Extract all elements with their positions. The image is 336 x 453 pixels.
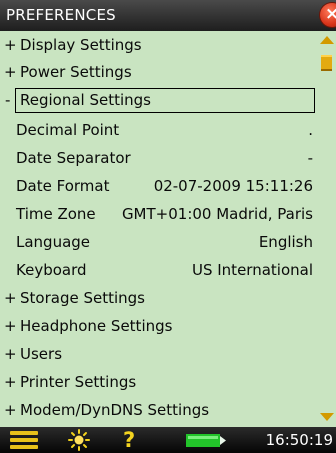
scroll-up-icon[interactable] xyxy=(320,36,334,44)
setting-value: 02-07-2009 15:11:26 xyxy=(153,177,313,195)
title-bar: PREFERENCES × xyxy=(0,0,336,31)
section-label: Headphone Settings xyxy=(20,317,173,335)
page-title: PREFERENCES xyxy=(6,6,116,24)
scroll-down-icon[interactable] xyxy=(320,413,334,421)
section-label: Power Settings xyxy=(20,63,132,81)
setting-value: English xyxy=(258,233,313,251)
close-icon: × xyxy=(325,4,336,24)
section-headphone-settings[interactable]: + Headphone Settings xyxy=(0,313,316,340)
scroll-thumb[interactable] xyxy=(321,55,332,71)
expand-icon: + xyxy=(4,345,17,363)
setting-date-separator[interactable]: Date Separator - xyxy=(0,145,316,172)
setting-value: - xyxy=(307,149,313,167)
setting-label: Keyboard xyxy=(16,261,87,279)
section-label: Users xyxy=(20,345,63,363)
section-storage-settings[interactable]: + Storage Settings xyxy=(0,285,316,312)
setting-keyboard[interactable]: Keyboard US International xyxy=(0,257,316,284)
section-label: Modem/DynDNS Settings xyxy=(20,401,210,419)
section-display-settings[interactable]: + Display Settings xyxy=(0,32,316,59)
battery-icon xyxy=(186,434,226,447)
close-button[interactable]: × xyxy=(320,3,336,27)
setting-value: . xyxy=(308,121,313,139)
menu-icon[interactable] xyxy=(10,431,38,449)
clock: 16:50:19 xyxy=(265,431,333,449)
setting-date-format[interactable]: Date Format 02-07-2009 15:11:26 xyxy=(0,173,316,200)
expand-icon: + xyxy=(4,317,17,335)
setting-value: GMT+01:00 Madrid, Paris xyxy=(121,205,313,223)
expand-icon: + xyxy=(4,36,17,54)
setting-language[interactable]: Language English xyxy=(0,229,316,256)
setting-time-zone[interactable]: Time Zone GMT+01:00 Madrid, Paris xyxy=(0,201,316,228)
setting-label: Language xyxy=(16,233,91,251)
scrollbar[interactable] xyxy=(316,31,336,427)
brightness-icon[interactable] xyxy=(68,429,90,451)
expand-icon: + xyxy=(4,63,17,81)
section-label: Display Settings xyxy=(20,36,142,54)
status-bar: ? 16:50:19 xyxy=(0,427,336,453)
section-modem-dyndns-settings[interactable]: + Modem/DynDNS Settings xyxy=(0,397,316,424)
expand-icon: + xyxy=(4,373,17,391)
section-label: Regional Settings xyxy=(20,91,152,109)
preferences-list: + Display Settings + Power Settings - Re… xyxy=(0,31,316,427)
section-label: Storage Settings xyxy=(20,289,145,307)
expand-icon: + xyxy=(4,289,17,307)
help-icon[interactable]: ? xyxy=(123,427,135,453)
section-users[interactable]: + Users xyxy=(0,341,316,368)
setting-label: Date Separator xyxy=(16,149,131,167)
section-power-settings[interactable]: + Power Settings xyxy=(0,59,316,86)
setting-decimal-point[interactable]: Decimal Point . xyxy=(0,117,316,144)
setting-value: US International xyxy=(191,261,313,279)
setting-label: Time Zone xyxy=(16,205,96,223)
setting-label: Date Format xyxy=(16,177,110,195)
setting-label: Decimal Point xyxy=(16,121,120,139)
preferences-screen: PREFERENCES × + Display Settings + Power… xyxy=(0,0,336,453)
section-printer-settings[interactable]: + Printer Settings xyxy=(0,369,316,396)
section-label: Printer Settings xyxy=(20,373,137,391)
section-regional-settings[interactable]: - Regional Settings xyxy=(0,87,316,114)
expand-icon: + xyxy=(4,401,17,419)
collapse-icon: - xyxy=(5,91,11,109)
